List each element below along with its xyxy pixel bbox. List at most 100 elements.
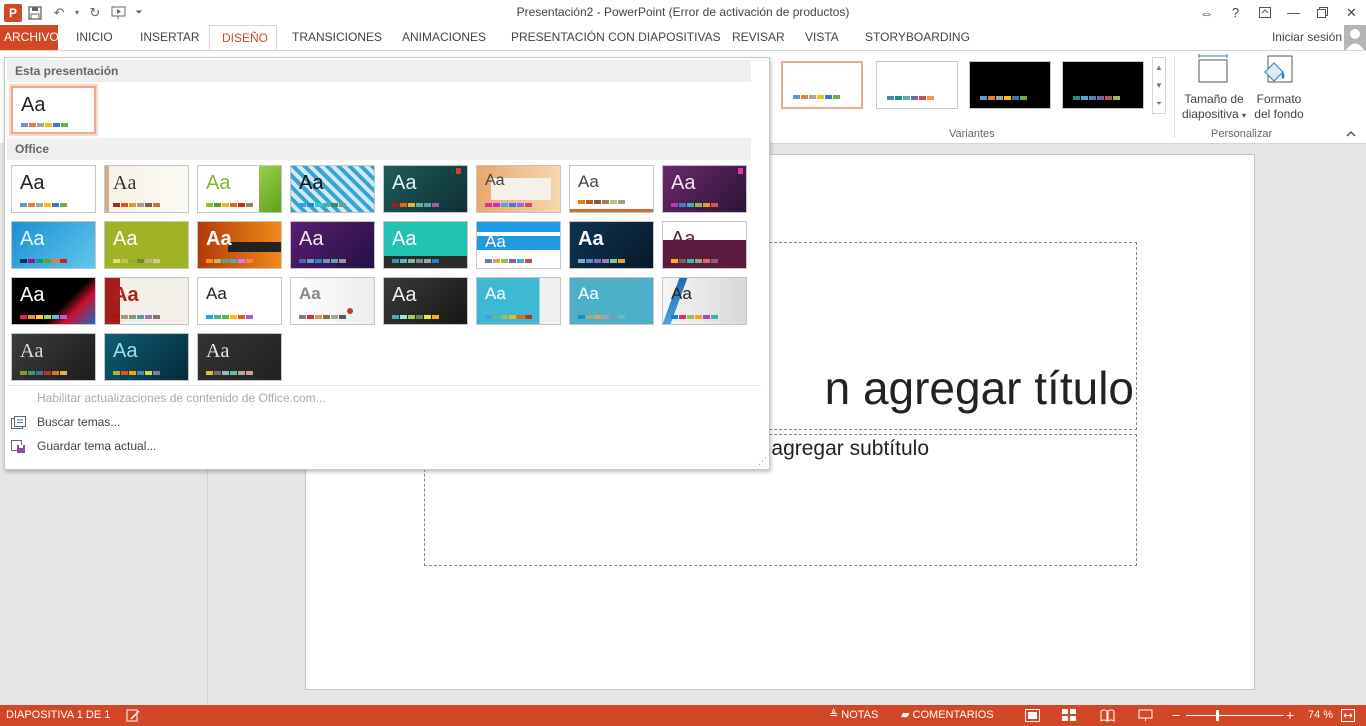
zoom-slider-thumb[interactable]	[1216, 710, 1219, 721]
theme-dividend[interactable]: Aa	[290, 221, 375, 269]
powerpoint-app-icon[interactable]: P	[4, 3, 22, 22]
window-controls: ⇔ ? — ✕	[1192, 0, 1366, 25]
spelling-icon[interactable]	[126, 705, 140, 726]
tab-transiciones[interactable]: TRANSICIONES	[280, 25, 394, 50]
scroll-up-icon[interactable]: ▲	[1155, 63, 1163, 72]
theme-ion-boardroom[interactable]: Aa	[662, 277, 747, 325]
theme-savon[interactable]: Aa	[197, 277, 282, 325]
comments-label: COMENTARIOS	[912, 709, 994, 721]
theme-main-event[interactable]: Aa	[104, 277, 189, 325]
slide-size-button[interactable]: Tamaño de diapositiva ▾	[1181, 54, 1247, 123]
slide-size-label-2: diapositiva	[1181, 107, 1239, 121]
format-background-label-2: del fondo	[1254, 107, 1304, 121]
tab-vista[interactable]: VISTA	[793, 25, 851, 50]
zoom-out-icon[interactable]: −	[1172, 705, 1180, 726]
variant-thumb[interactable]	[1062, 61, 1144, 109]
theme-ion[interactable]: Aa	[383, 165, 468, 213]
theme-depth[interactable]: Aa	[383, 277, 468, 325]
slideshow-view-icon[interactable]	[1138, 705, 1153, 726]
avatar[interactable]	[1344, 25, 1366, 50]
quick-access-toolbar: P ↶ ▾ ↻ ⏷	[0, 0, 146, 25]
theme-parallax[interactable]: Aa	[476, 221, 561, 269]
variant-thumb[interactable]	[781, 61, 863, 109]
slide-size-label-1: Tamaño de	[1184, 92, 1244, 106]
tab-revisar[interactable]: REVISAR	[720, 25, 797, 50]
theme-droplet[interactable]: Aa	[569, 277, 654, 325]
theme-headlines[interactable]: Aa	[197, 333, 282, 381]
theme-berlin[interactable]: Aa	[197, 221, 282, 269]
notes-button[interactable]: ≜ NOTAS	[829, 705, 878, 726]
ribbon-options-icon[interactable]	[1250, 0, 1279, 25]
zoom-level[interactable]: 74 %	[1308, 705, 1333, 726]
save-icon[interactable]	[24, 2, 46, 24]
theme-organic[interactable]: Aa	[11, 333, 96, 381]
format-background-icon	[1262, 54, 1296, 86]
collapse-ribbon-icon[interactable]	[1346, 128, 1356, 140]
theme-vapor[interactable]: Aa	[11, 277, 96, 325]
theme-frame[interactable]: Aa	[476, 277, 561, 325]
reading-view-icon[interactable]	[1100, 705, 1115, 726]
theme-gallery-dropdown: Esta presentación Aa Office Aa Aa Aa Aa …	[4, 57, 770, 470]
restore-icon[interactable]	[1308, 0, 1337, 25]
slide-size-icon	[1197, 54, 1231, 86]
comment-icon: ▰	[901, 709, 910, 721]
tab-archivo[interactable]: ARCHIVO	[0, 25, 59, 50]
zoom-in-icon[interactable]: +	[1286, 705, 1294, 726]
theme-wisp[interactable]: Aa	[383, 221, 468, 269]
notes-label: NOTAS	[841, 709, 879, 721]
theme-current[interactable]: Aa	[11, 86, 96, 134]
theme-quotable[interactable]: Aa	[290, 277, 375, 325]
theme-basis[interactable]: Aa	[104, 333, 189, 381]
tab-animaciones[interactable]: ANIMACIONES	[390, 25, 498, 50]
theme-pattern[interactable]: Aa	[290, 165, 375, 213]
undo-dropdown-icon[interactable]: ▾	[72, 2, 82, 24]
theme-celestial[interactable]: Aa	[662, 165, 747, 213]
tab-inicio[interactable]: INICIO	[64, 25, 125, 50]
signin-link[interactable]: Iniciar sesión	[1272, 25, 1342, 50]
tab-storyboarding[interactable]: STORYBOARDING	[853, 25, 982, 50]
comments-button[interactable]: ▰ COMENTARIOS	[901, 705, 994, 726]
section-header-this-presentation: Esta presentación	[7, 60, 751, 82]
theme-faceta[interactable]: Aa	[104, 165, 189, 213]
normal-view-icon[interactable]	[1025, 705, 1040, 726]
theme-mesh[interactable]: Aa	[569, 221, 654, 269]
slide-indicator[interactable]: DIAPOSITIVA 1 DE 1	[6, 705, 110, 726]
title-bar	[0, 0, 1366, 25]
save-theme-icon	[11, 439, 26, 453]
redo-icon[interactable]: ↻	[84, 2, 106, 24]
theme-wood[interactable]: Aa	[476, 165, 561, 213]
ribbon-display-options-icon[interactable]: ⇔	[1192, 0, 1221, 25]
theme-office[interactable]: Aa	[11, 165, 96, 213]
menu-browse-themes[interactable]: Buscar temas...	[5, 411, 765, 433]
undo-icon[interactable]: ↶	[48, 2, 70, 24]
group-label-personalizar: Personalizar	[1211, 128, 1273, 140]
fit-slide-icon[interactable]	[1341, 705, 1355, 726]
customize-qat-icon[interactable]: ⏷	[132, 2, 146, 24]
zoom-slider[interactable]	[1186, 715, 1284, 716]
menu-enable-updates: Habilitar actualizaciones de contenido d…	[37, 391, 326, 405]
resize-grip-icon[interactable]: ⋰	[758, 456, 767, 467]
format-background-label-1: Formato	[1256, 92, 1302, 106]
variant-thumb[interactable]	[876, 61, 958, 109]
tab-insertar[interactable]: INSERTAR	[128, 25, 212, 50]
variants-scroll[interactable]: ▲ ▼ ⏷	[1152, 57, 1166, 114]
menu-save-theme[interactable]: Guardar tema actual...	[5, 435, 765, 457]
more-variants-icon[interactable]: ⏷	[1156, 99, 1162, 109]
variant-thumb[interactable]	[969, 61, 1051, 109]
theme-faceta-green[interactable]: Aa	[197, 165, 282, 213]
menu-divider	[9, 385, 761, 386]
tab-diseno[interactable]: DISEÑO	[209, 25, 277, 51]
status-bar: DIAPOSITIVA 1 DE 1 ≜ NOTAS ▰ COMENTARIOS…	[0, 705, 1366, 726]
tab-presentacion[interactable]: PRESENTACIÓN CON DIAPOSITIVAS	[499, 25, 733, 50]
start-from-beginning-icon[interactable]	[108, 2, 130, 24]
theme-slice[interactable]: Aa	[11, 221, 96, 269]
scroll-down-icon[interactable]: ▼	[1155, 81, 1163, 90]
theme-circuit[interactable]: Aa	[104, 221, 189, 269]
theme-retrospect[interactable]: Aa	[569, 165, 654, 213]
help-icon[interactable]: ?	[1221, 0, 1250, 25]
theme-badge[interactable]: Aa	[662, 221, 747, 269]
close-icon[interactable]: ✕	[1337, 0, 1366, 25]
minimize-icon[interactable]: —	[1279, 0, 1308, 25]
slide-sorter-icon[interactable]	[1062, 705, 1077, 726]
format-background-button[interactable]: Formato del fondo	[1246, 54, 1312, 122]
